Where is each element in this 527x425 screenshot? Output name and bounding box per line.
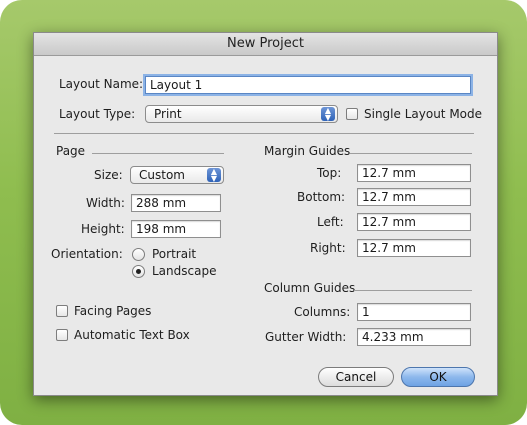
orientation-label: Orientation: xyxy=(51,247,123,261)
new-project-dialog: New Project Layout Name: Layout 1 Layout… xyxy=(33,32,498,396)
margin-guides-heading: Margin Guides xyxy=(264,144,351,158)
single-layout-mode-checkbox[interactable] xyxy=(346,108,358,120)
automatic-text-box-label: Automatic Text Box xyxy=(74,328,190,342)
ok-button[interactable]: OK xyxy=(401,367,475,387)
column-guides-heading: Column Guides xyxy=(264,281,356,295)
size-value: Custom xyxy=(139,168,185,182)
layout-type-value: Print xyxy=(154,107,182,121)
layout-name-label: Layout Name: xyxy=(59,77,144,91)
right-margin-field[interactable]: 12.7 mm xyxy=(357,239,471,257)
gutter-width-field[interactable]: 4.233 mm xyxy=(357,328,471,346)
size-label: Size: xyxy=(94,168,123,182)
width-field[interactable]: 288 mm xyxy=(131,194,221,212)
single-layout-mode-label: Single Layout Mode xyxy=(364,107,483,121)
facing-pages-label: Facing Pages xyxy=(74,304,152,318)
size-popup[interactable]: Custom ▲ ▼ xyxy=(130,166,224,184)
bottom-margin-field[interactable]: 12.7 mm xyxy=(357,188,471,206)
portrait-radio[interactable] xyxy=(132,248,145,261)
columns-label: Columns: xyxy=(294,305,351,319)
gutter-width-label: Gutter Width: xyxy=(265,330,347,344)
column-guides-rule xyxy=(354,290,472,291)
popup-arrows-icon: ▲ ▼ xyxy=(321,107,335,122)
height-field[interactable]: 198 mm xyxy=(131,220,221,238)
top-label: Top: xyxy=(317,166,342,180)
page-heading-rule xyxy=(92,153,224,154)
margin-guides-rule xyxy=(350,153,472,154)
layout-type-popup[interactable]: Print ▲ ▼ xyxy=(145,105,338,123)
top-margin-field[interactable]: 12.7 mm xyxy=(357,164,471,182)
bottom-label: Bottom: xyxy=(297,190,346,204)
width-label: Width: xyxy=(86,196,125,210)
layout-type-label: Layout Type: xyxy=(59,107,136,121)
popup-arrows-icon: ▲ ▼ xyxy=(207,168,221,183)
cancel-button[interactable]: Cancel xyxy=(318,367,394,387)
landscape-radio[interactable] xyxy=(132,265,145,278)
automatic-text-box-checkbox[interactable] xyxy=(56,329,68,341)
divider xyxy=(54,133,474,134)
portrait-label: Portrait xyxy=(152,247,197,261)
left-margin-field[interactable]: 12.7 mm xyxy=(357,213,471,231)
layout-name-field[interactable]: Layout 1 xyxy=(145,76,471,94)
page-section-heading: Page xyxy=(56,144,86,158)
facing-pages-checkbox[interactable] xyxy=(56,305,68,317)
dialog-title: New Project xyxy=(34,33,497,56)
height-label: Height: xyxy=(81,222,125,236)
right-label: Right: xyxy=(310,241,346,255)
landscape-label: Landscape xyxy=(152,264,217,278)
columns-field[interactable]: 1 xyxy=(357,303,471,321)
left-label: Left: xyxy=(317,215,344,229)
